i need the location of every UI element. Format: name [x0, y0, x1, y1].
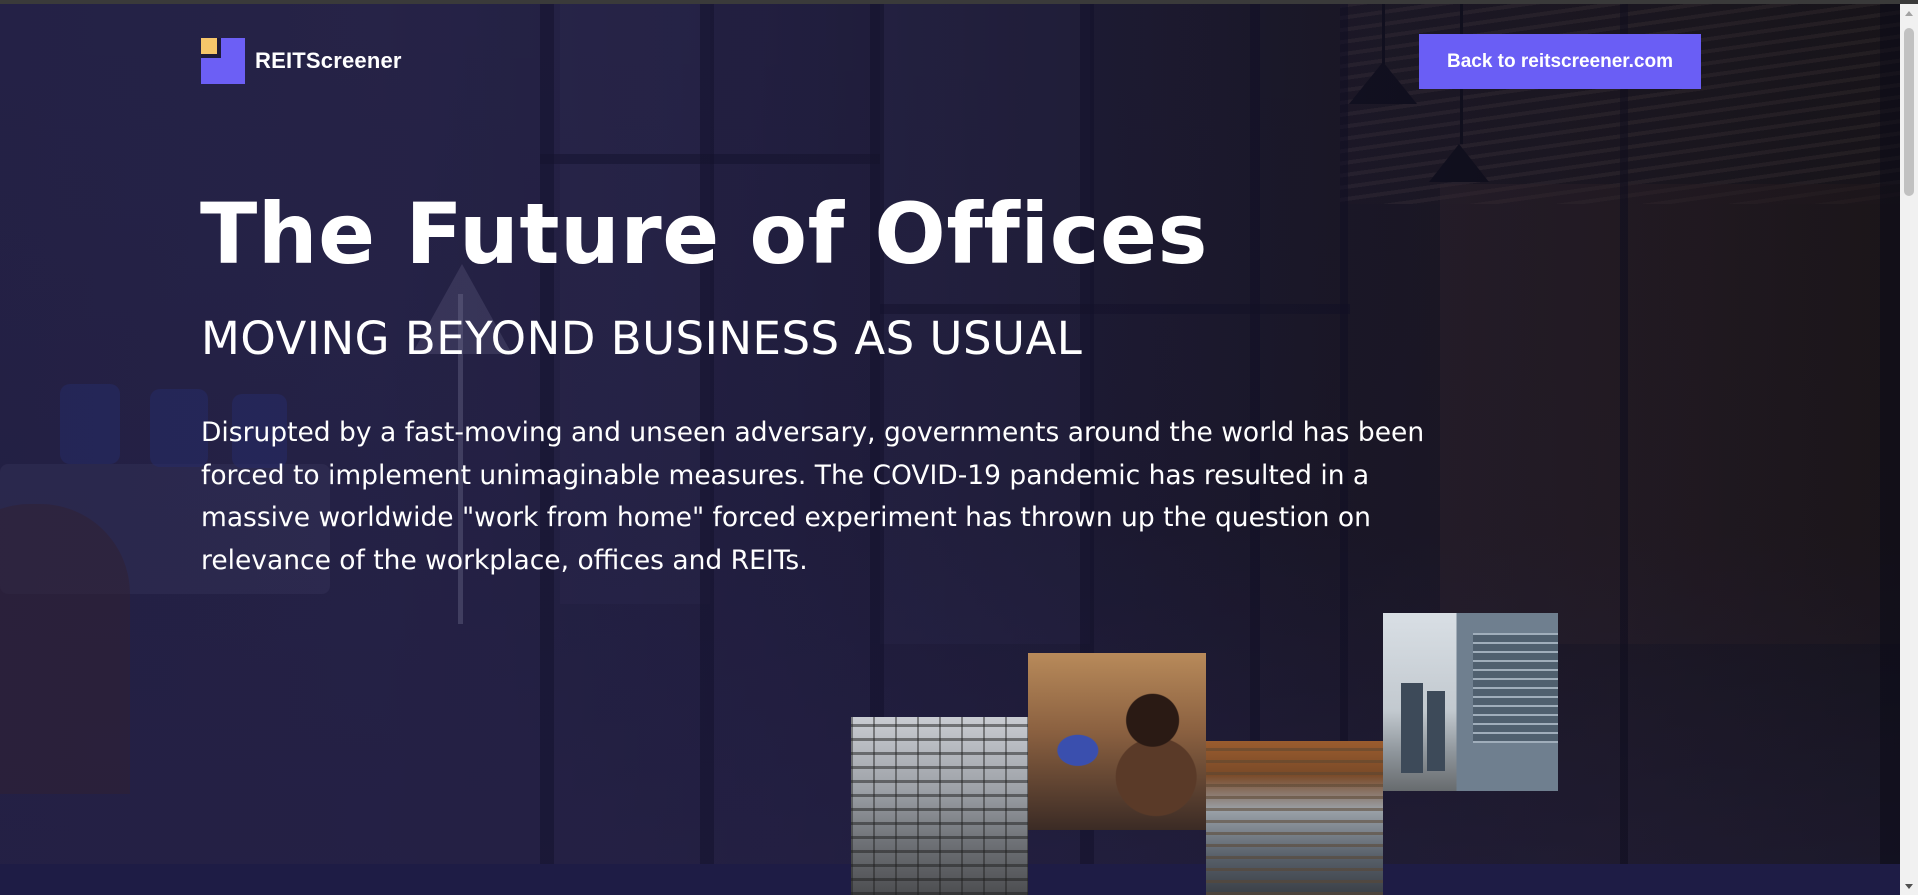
glass-facade — [1473, 633, 1558, 743]
scroll-up-icon[interactable] — [1905, 11, 1913, 16]
intro-paragraph: Disrupted by a fast-moving and unseen ad… — [201, 417, 1425, 576]
photo-person-at-laptop — [1028, 653, 1206, 830]
photo-office-interior — [851, 717, 1028, 895]
reitscreener-logo-icon — [201, 38, 245, 84]
page-subtitle: MOVING BEYOND BUSINESS AS USUAL — [201, 312, 1083, 365]
scroll-down-icon[interactable] — [1905, 884, 1913, 889]
back-to-site-button[interactable]: Back to reitscreener.com — [1419, 34, 1701, 89]
tower-shape — [1401, 683, 1423, 773]
scroll-thumb[interactable] — [1904, 28, 1914, 196]
photo-office-buildings — [1383, 613, 1558, 791]
photo-open-plan-office — [1206, 741, 1383, 895]
brand-logo[interactable]: REITScreener — [201, 38, 402, 84]
page-scrollbar[interactable] — [1900, 4, 1918, 895]
brand-name: REITScreener — [255, 48, 402, 73]
tower-shape — [1427, 691, 1445, 771]
page-title: The Future of Offices — [200, 185, 1208, 283]
logo-square-yellow — [201, 38, 217, 54]
